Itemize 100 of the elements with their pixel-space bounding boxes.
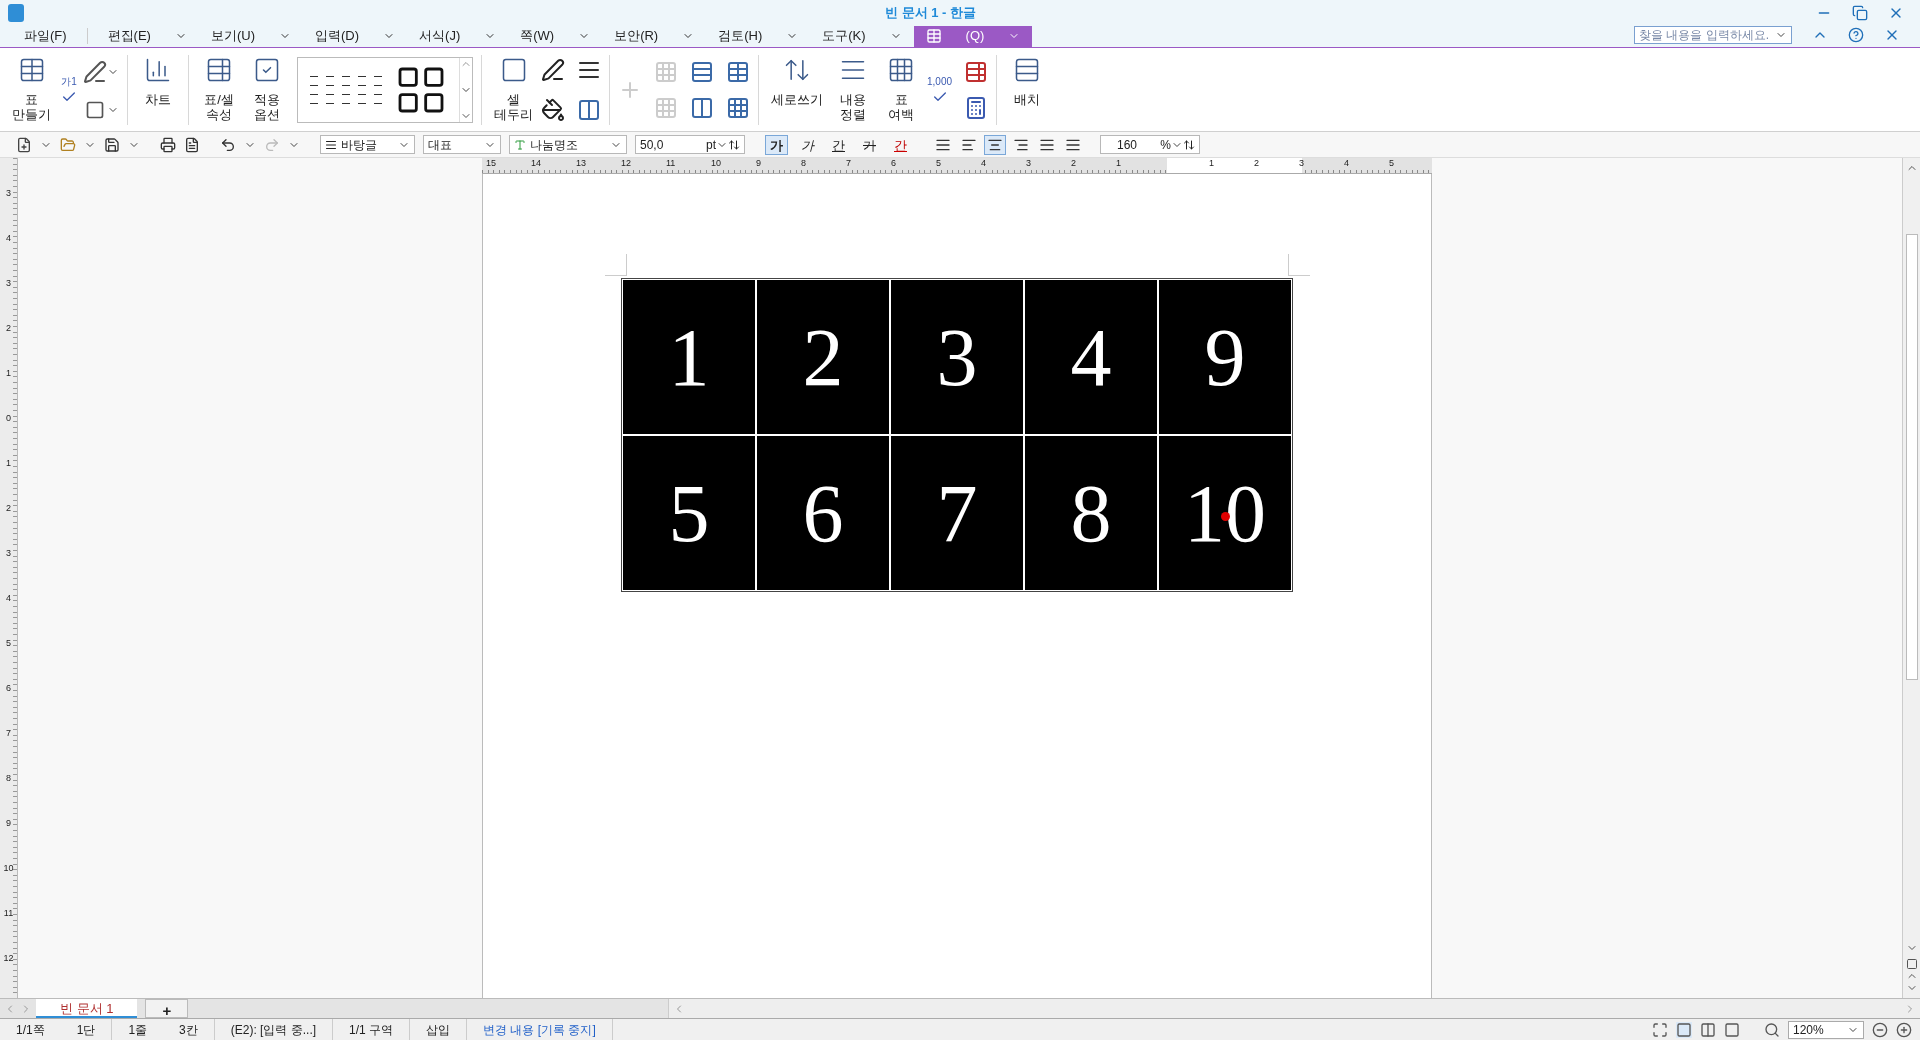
pen-icon[interactable] <box>541 57 565 82</box>
ruler-number: 12 <box>3 953 14 965</box>
delete-cells-icon[interactable] <box>654 59 678 84</box>
ribbon-button[interactable]: 표 만들기 <box>8 51 55 128</box>
restore-icon[interactable] <box>1852 5 1868 21</box>
ruler-number: 2 <box>1253 158 1257 170</box>
table-icon[interactable] <box>726 59 750 84</box>
ribbon-button[interactable]: 세로쓰기 <box>767 51 827 128</box>
menu-tab[interactable]: 검토(H) <box>706 25 811 47</box>
format-button[interactable]: 간 <box>889 134 912 155</box>
print-icon[interactable] <box>160 136 176 153</box>
menu-tab[interactable]: 편집(E) <box>95 25 199 47</box>
table-cell: 8 <box>1024 435 1158 591</box>
spinner-icon[interactable] <box>1183 138 1195 151</box>
ruler-number: 9 <box>6 818 11 830</box>
ruler-number: 2 <box>6 503 11 515</box>
menu-tab[interactable]: 서식(J) <box>407 25 509 47</box>
paragraph-style-dropdown[interactable]: 대표 <box>423 135 501 154</box>
ruler-number: 11 <box>665 158 677 170</box>
add-tab-button[interactable]: + <box>145 999 189 1018</box>
menu-tab[interactable]: 도구(K) <box>810 25 914 47</box>
zoom-icon[interactable] <box>1764 1021 1780 1038</box>
status-item: 1줄 <box>127 1021 149 1039</box>
status-item: 1단 <box>60 1019 113 1040</box>
ribbon-button[interactable]: 셀 테두리 <box>490 51 537 128</box>
menu-tab[interactable]: (Q) <box>913 25 1033 47</box>
format-button[interactable]: 가 <box>796 134 819 155</box>
format-button[interactable]: 간 <box>827 134 850 155</box>
search-field[interactable]: 찾을 내용을 입력하세요. <box>1634 26 1792 44</box>
page-icon[interactable] <box>1905 958 1918 970</box>
split-icon[interactable] <box>690 59 714 84</box>
undo-icon[interactable] <box>220 136 236 153</box>
cell-calc-icon[interactable] <box>964 59 989 84</box>
menu-tab[interactable]: 보안(R) <box>602 25 707 47</box>
full-page-icon[interactable] <box>1724 1021 1740 1038</box>
ribbon-button[interactable]: 내용 정렬 <box>831 51 875 128</box>
menu-tab[interactable]: 보기(U) <box>198 25 303 47</box>
ruler-number: 5 <box>6 638 11 650</box>
new-file-icon[interactable] <box>16 136 32 153</box>
align-button[interactable] <box>984 134 1006 155</box>
menu-tab[interactable]: 입력(D) <box>303 25 408 47</box>
split-icon[interactable] <box>690 95 714 120</box>
help-icon[interactable] <box>1848 27 1864 43</box>
ruler-number: 1 <box>1115 158 1122 170</box>
ribbon-button[interactable]: 배치 <box>1005 51 1050 128</box>
ribbon-button[interactable]: 적용 옵션 <box>245 51 289 128</box>
table-cell: 2 <box>756 279 890 435</box>
table-pen-icon[interactable] <box>83 59 107 84</box>
paint-bucket-icon[interactable] <box>541 97 565 122</box>
menu-tab[interactable]: 파일(F) <box>12 25 79 47</box>
table-cell: 6 <box>756 435 890 591</box>
status-item: 1/1쪽 <box>15 1021 46 1039</box>
fit-width-icon[interactable] <box>1700 1021 1716 1038</box>
corner-mark <box>1287 254 1310 276</box>
style-gallery[interactable] <box>297 56 473 123</box>
page-view-icon[interactable] <box>1676 1021 1692 1038</box>
ruler-number: 5 <box>935 158 942 170</box>
delete-cells-icon[interactable] <box>654 95 678 120</box>
folder-icon[interactable] <box>60 136 76 153</box>
ruler-number: 4 <box>1343 158 1347 170</box>
ruler-number: 4 <box>6 593 11 605</box>
ribbon-button[interactable]: 표/셀 속성 <box>197 51 241 128</box>
scroll-thumb[interactable] <box>1905 234 1918 680</box>
ruler-number: 7 <box>845 158 852 170</box>
zoom-dropdown[interactable]: 120% <box>1788 1020 1864 1039</box>
ruler-number: 15 <box>485 158 497 170</box>
font-size-field[interactable]: 50,0 pt <box>635 135 745 154</box>
fit-page-icon[interactable] <box>1652 1021 1668 1038</box>
format-button[interactable]: 가 <box>858 134 881 155</box>
table-icon <box>925 28 942 44</box>
line-spacing-field[interactable]: 160 % <box>1100 135 1200 154</box>
ribbon-button[interactable]: 차트 <box>136 51 180 128</box>
ribbon-button[interactable]: 표 여백 <box>879 51 923 128</box>
ruler-number: 5 <box>1388 158 1392 170</box>
ruler-number: 8 <box>800 158 807 170</box>
menu-tab[interactable]: 쪽(W) <box>508 25 603 47</box>
ruler-number: 4 <box>980 158 987 170</box>
ruler-number: 2 <box>6 323 11 335</box>
format-button[interactable]: 가 <box>765 134 788 155</box>
cell-shade-icon[interactable] <box>577 97 601 122</box>
font-dropdown[interactable]: 나눔명조 <box>509 135 627 154</box>
spinner-icon[interactable] <box>728 138 740 151</box>
zoom-in-icon[interactable] <box>1896 1021 1912 1038</box>
ruler-number: 3 <box>6 188 11 200</box>
preview-icon[interactable] <box>184 136 200 153</box>
ruler-number: 14 <box>530 158 542 170</box>
style-dropdown[interactable]: 바탕글 <box>320 135 415 154</box>
ruler-number: 1 <box>1208 158 1212 170</box>
font-icon <box>514 138 526 151</box>
grid-icon[interactable] <box>726 95 750 120</box>
vertical-scrollbar[interactable] <box>1902 158 1920 998</box>
document-tab[interactable]: 빈 문서 1 <box>36 999 138 1018</box>
table-cell: 4 <box>1024 279 1158 435</box>
table-cell: 7 <box>890 435 1024 591</box>
table-cell: 9 <box>1158 279 1292 435</box>
zoom-out-icon[interactable] <box>1872 1021 1888 1038</box>
ruler-number: 10 <box>710 158 722 170</box>
ruler-number: 1 <box>6 368 11 380</box>
ruler-number: 3 <box>1298 158 1302 170</box>
save-icon[interactable] <box>104 136 120 153</box>
